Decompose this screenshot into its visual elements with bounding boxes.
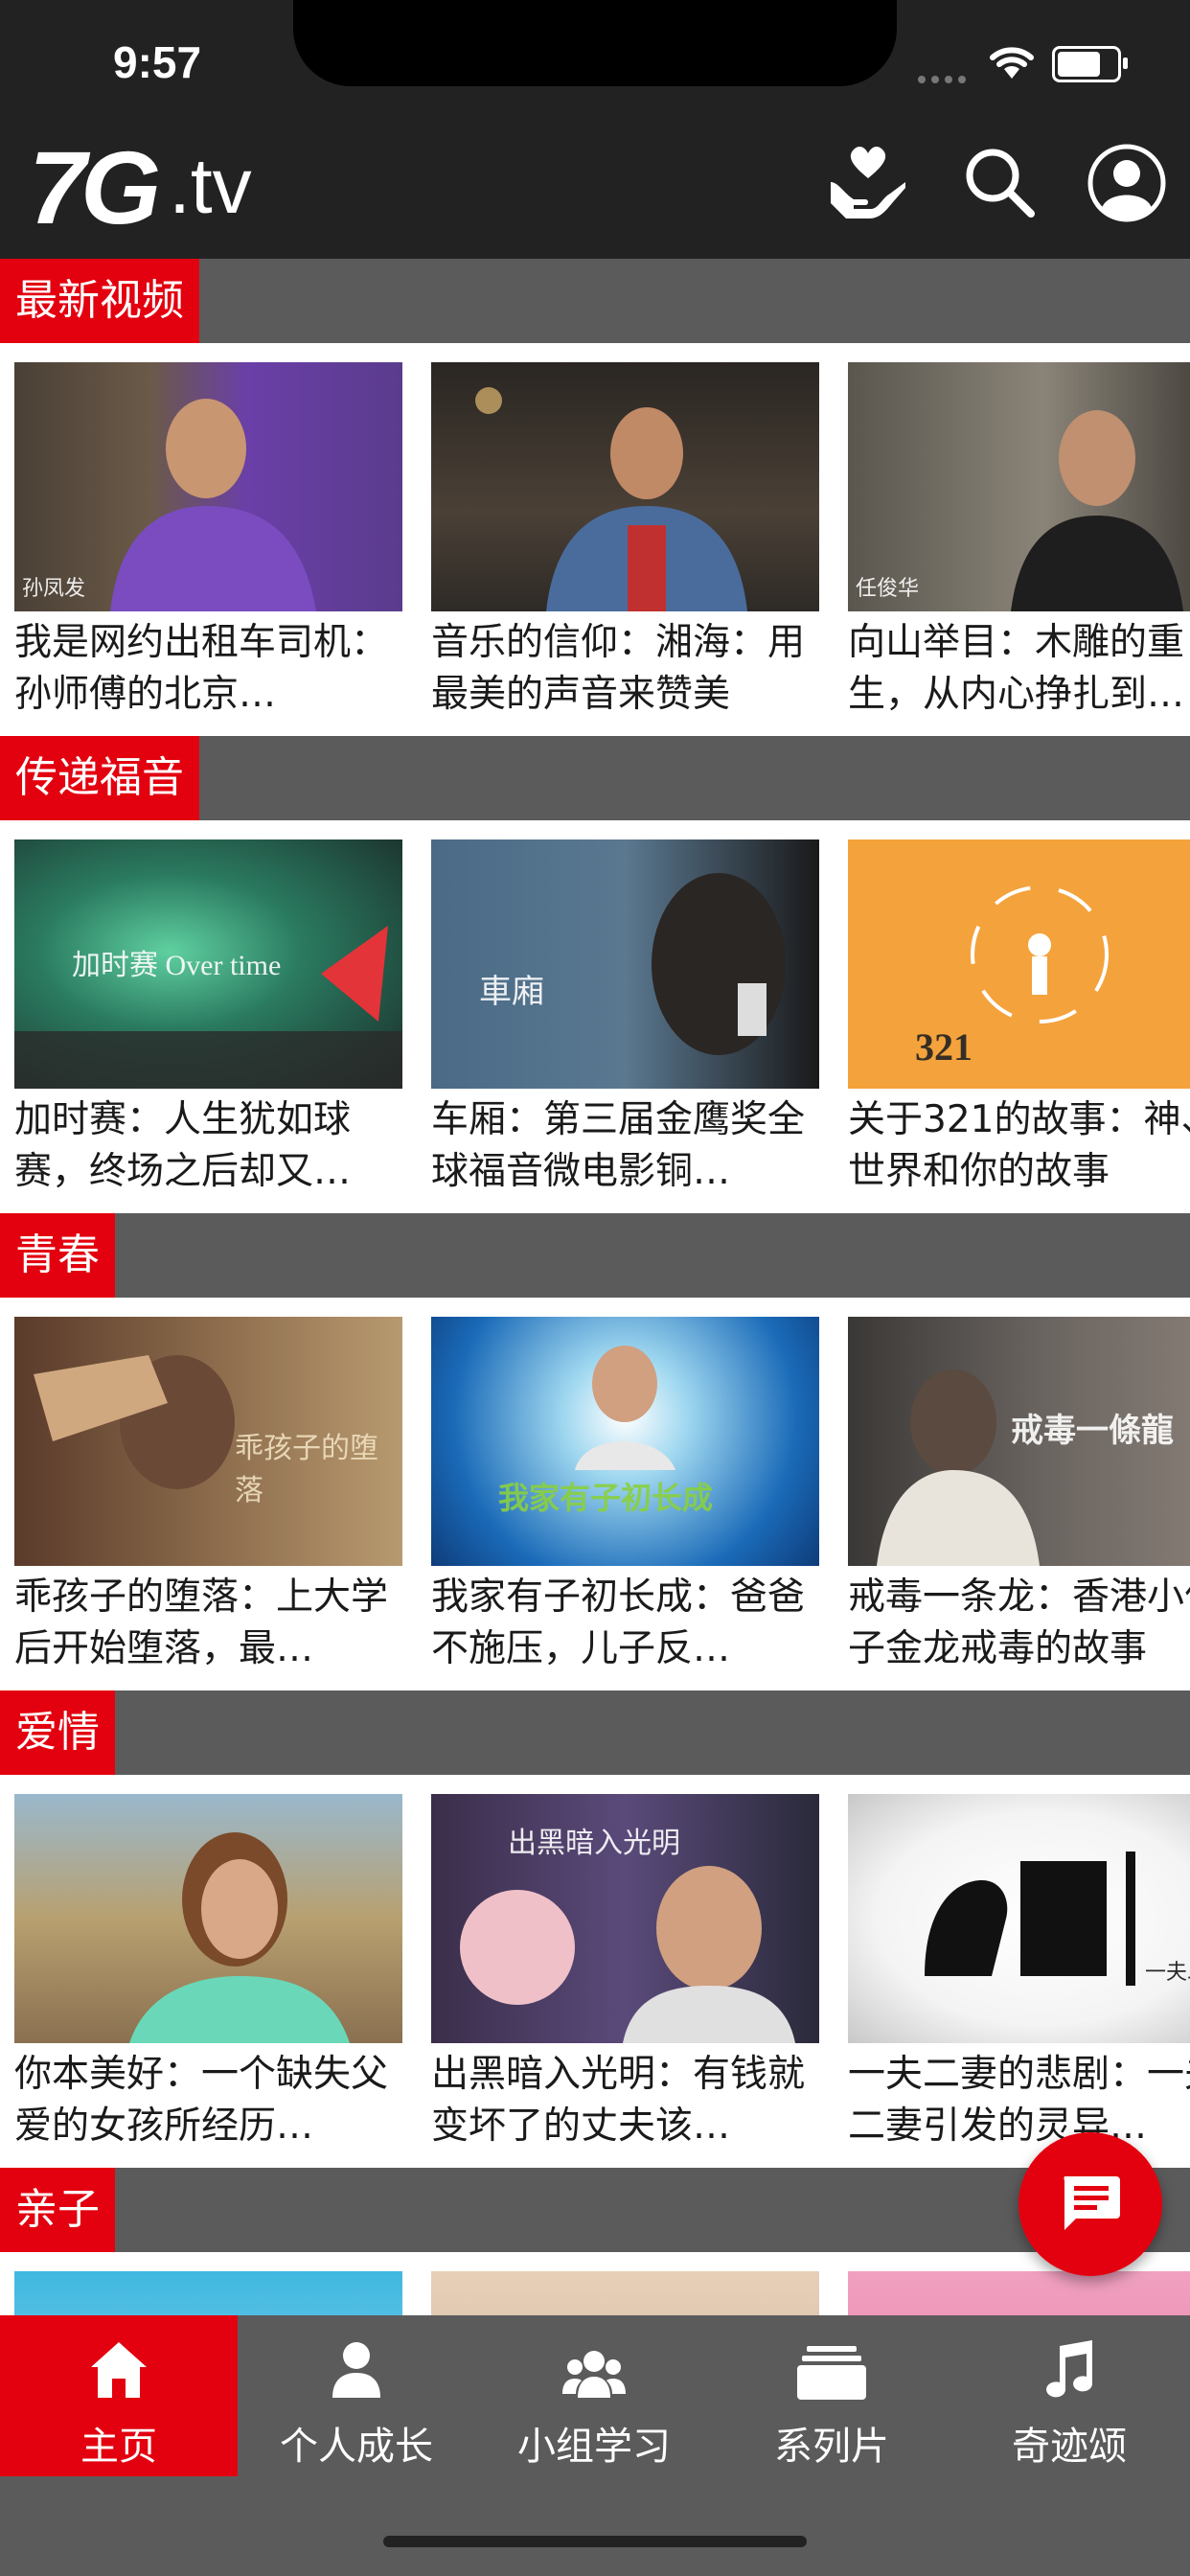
video-thumbnail[interactable]: 乖孩子的堕落 bbox=[14, 1317, 402, 1566]
video-title[interactable]: 戒毒一条龙：香港小伙子金龙戒毒的故事 bbox=[848, 1572, 1190, 1675]
video-thumbnail[interactable]: 戒毒一條龍 bbox=[848, 1317, 1190, 1566]
section-title[interactable]: 亲子 bbox=[0, 2168, 115, 2252]
video-card[interactable]: 孙凤发 我是网约出租车司机：孙师傅的北京… bbox=[14, 362, 402, 721]
video-card[interactable]: 一夫二妻 一夫二妻的悲剧：一夫二妻引发的灵异… bbox=[848, 1794, 1190, 2152]
video-card[interactable]: 乖孩子的堕落 乖孩子的堕落：上大学后开始堕落，最… bbox=[14, 1317, 402, 1675]
video-title[interactable]: 向山举目：木雕的重生，从内心挣扎到… bbox=[848, 617, 1190, 721]
chat-bubble-icon bbox=[1059, 2173, 1122, 2236]
section-title[interactable]: 最新视频 bbox=[0, 259, 199, 343]
profile-icon[interactable] bbox=[1081, 137, 1173, 229]
thumbnail-text: 加时赛 Over time bbox=[72, 950, 282, 981]
status-bar: 9:57 bbox=[0, 0, 1190, 120]
section-title[interactable]: 传递福音 bbox=[0, 736, 199, 820]
video-thumbnail[interactable] bbox=[14, 2271, 402, 2315]
home-icon bbox=[0, 2315, 238, 2402]
video-title[interactable]: 我家有子初长成：爸爸不施压，儿子反… bbox=[431, 1572, 819, 1675]
thumbnail-text: 任俊华 bbox=[856, 576, 920, 600]
thumbnail-text: 321 bbox=[915, 1025, 973, 1069]
logo-main: 7G bbox=[29, 128, 161, 245]
thumbnail-text: 乖孩子的堕落 bbox=[235, 1433, 378, 1506]
video-card[interactable]: 我家有子初长成 我家有子初长成：爸爸不施压，儿子反… bbox=[431, 1317, 819, 1675]
thumbnail-text: 戒毒一條龍 bbox=[1011, 1414, 1174, 1449]
notch bbox=[293, 0, 897, 86]
thumbnail-text: 車廂 bbox=[479, 975, 544, 1010]
video-card[interactable] bbox=[848, 2271, 1190, 2315]
video-card[interactable]: 出黑暗入光明 出黑暗入光明：有钱就变坏了的丈夫该… bbox=[431, 1794, 819, 2152]
tab-label: 系列片 bbox=[774, 2425, 889, 2469]
video-thumbnail[interactable] bbox=[431, 362, 819, 611]
tab-label: 小组学习 bbox=[517, 2425, 671, 2469]
video-title[interactable]: 乖孩子的堕落：上大学后开始堕落，最… bbox=[14, 1572, 402, 1675]
status-time: 9:57 bbox=[113, 37, 202, 87]
giving-hands-icon[interactable] bbox=[822, 137, 914, 229]
video-thumbnail[interactable]: 出黑暗入光明 bbox=[431, 1794, 819, 2043]
video-row-love: 你本美好：一个缺失父爱的女孩所经历… 出黑暗入光明 出黑暗入光明：有钱就变坏了的… bbox=[0, 1775, 1190, 2168]
thumbnail-text: 我家有子初长成 bbox=[498, 1481, 714, 1515]
logo-suffix: .tv bbox=[169, 143, 252, 230]
video-card[interactable]: 戒毒一條龍 戒毒一条龙：香港小伙子金龙戒毒的故事 bbox=[848, 1317, 1190, 1675]
video-thumbnail[interactable] bbox=[848, 2271, 1190, 2315]
video-thumbnail[interactable]: 加时赛 Over time bbox=[14, 840, 402, 1089]
tab-miracle-songs[interactable]: 奇迹颂 bbox=[950, 2315, 1188, 2476]
video-row-youth: 乖孩子的堕落 乖孩子的堕落：上大学后开始堕落，最… 我家有子初长成 我家有子初长… bbox=[0, 1298, 1190, 1690]
video-row-latest: 孙凤发 我是网约出租车司机：孙师傅的北京… 音乐的信仰：湘海：用最美的声音来赞美… bbox=[0, 343, 1190, 736]
video-card[interactable]: 音乐的信仰：湘海：用最美的声音来赞美 bbox=[431, 362, 819, 721]
video-card[interactable] bbox=[14, 2271, 402, 2315]
video-title[interactable]: 我是网约出租车司机：孙师傅的北京… bbox=[14, 617, 402, 721]
video-title[interactable]: 出黑暗入光明：有钱就变坏了的丈夫该… bbox=[431, 2049, 819, 2152]
video-card[interactable] bbox=[431, 2271, 819, 2315]
video-title[interactable]: 加时赛：人生犹如球赛，终场之后却又… bbox=[14, 1094, 402, 1198]
tab-group-study[interactable]: 小组学习 bbox=[475, 2315, 713, 2476]
group-icon bbox=[475, 2315, 713, 2402]
section-header-latest: 最新视频 bbox=[0, 259, 1190, 343]
thumbnail-text: 一夫二妻 bbox=[1145, 1960, 1190, 1984]
video-title[interactable]: 音乐的信仰：湘海：用最美的声音来赞美 bbox=[431, 617, 819, 721]
section-title[interactable]: 青春 bbox=[0, 1213, 115, 1298]
tab-home[interactable]: 主页 bbox=[0, 2315, 238, 2476]
video-thumbnail[interactable] bbox=[431, 2271, 819, 2315]
battery-icon bbox=[1052, 46, 1128, 82]
video-row-gospel: 加时赛 Over time 加时赛：人生犹如球赛，终场之后却又… 車廂 车厢：第… bbox=[0, 820, 1190, 1213]
video-thumbnail[interactable] bbox=[14, 1794, 402, 2043]
home-indicator[interactable] bbox=[383, 2536, 807, 2547]
app-logo[interactable]: 7G .tv bbox=[29, 128, 252, 245]
music-note-icon bbox=[950, 2315, 1188, 2402]
video-title[interactable]: 关于321的故事：神、世界和你的故事 bbox=[848, 1094, 1190, 1198]
video-thumbnail[interactable]: 一夫二妻 bbox=[848, 1794, 1190, 2043]
video-thumbnail[interactable]: 我家有子初长成 bbox=[431, 1317, 819, 1566]
wifi-icon bbox=[985, 40, 1039, 84]
person-icon bbox=[238, 2315, 475, 2402]
chat-button[interactable] bbox=[1018, 2132, 1162, 2276]
video-card[interactable]: 321 关于321的故事：神、世界和你的故事 bbox=[848, 840, 1190, 1198]
video-card[interactable]: 任俊华 向山举目：木雕的重生，从内心挣扎到… bbox=[848, 362, 1190, 721]
video-card[interactable]: 車廂 车厢：第三届金鹰奖全球福音微电影铜… bbox=[431, 840, 819, 1198]
video-thumbnail[interactable]: 321 bbox=[848, 840, 1190, 1089]
section-header-youth: 青春 bbox=[0, 1213, 1190, 1298]
video-title[interactable]: 一夫二妻的悲剧：一夫二妻引发的灵异… bbox=[848, 2049, 1190, 2152]
tab-series[interactable]: 系列片 bbox=[713, 2315, 950, 2476]
tab-personal-growth[interactable]: 个人成长 bbox=[238, 2315, 475, 2476]
video-card[interactable]: 你本美好：一个缺失父爱的女孩所经历… bbox=[14, 1794, 402, 2152]
video-title[interactable]: 车厢：第三届金鹰奖全球福音微电影铜… bbox=[431, 1094, 819, 1198]
section-header-parenting: 亲子 bbox=[0, 2168, 1190, 2252]
section-header-gospel: 传递福音 bbox=[0, 736, 1190, 820]
section-title[interactable]: 爱情 bbox=[0, 1690, 115, 1775]
tab-label: 个人成长 bbox=[280, 2425, 433, 2469]
video-card[interactable]: 加时赛 Over time 加时赛：人生犹如球赛，终场之后却又… bbox=[14, 840, 402, 1198]
signal-icon bbox=[918, 69, 972, 87]
thumbnail-text: 出黑暗入光明 bbox=[508, 1828, 680, 1859]
app-header: 7G .tv bbox=[0, 120, 1190, 259]
video-thumbnail[interactable]: 任俊华 bbox=[848, 362, 1190, 611]
thumbnail-text: 孙凤发 bbox=[22, 576, 86, 600]
tab-label: 奇迹颂 bbox=[1012, 2425, 1127, 2469]
section-header-love: 爱情 bbox=[0, 1690, 1190, 1775]
tab-label: 主页 bbox=[80, 2425, 157, 2469]
video-row-parenting bbox=[0, 2252, 1190, 2315]
video-thumbnail[interactable]: 車廂 bbox=[431, 840, 819, 1089]
video-thumbnail[interactable]: 孙凤发 bbox=[14, 362, 402, 611]
video-title[interactable]: 你本美好：一个缺失父爱的女孩所经历… bbox=[14, 2049, 402, 2152]
search-icon[interactable] bbox=[954, 137, 1046, 229]
series-icon bbox=[713, 2315, 950, 2402]
